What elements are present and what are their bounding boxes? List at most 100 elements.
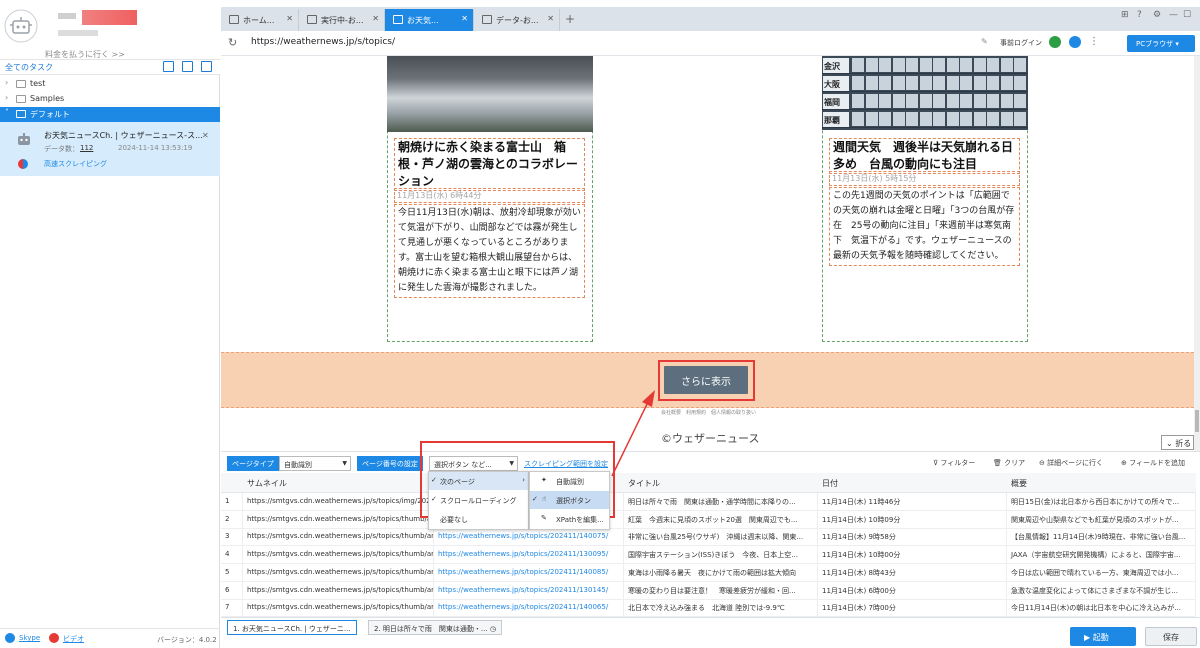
news-title-2[interactable]: 週間天気 週後半は天気崩れる日多め 台風の動向にも注目 <box>829 138 1020 174</box>
title-cell[interactable]: 国際宇宙ステーション(ISS)きぼう 今夜、日本上空... <box>624 546 818 565</box>
link-cell[interactable]: https://weathernews.jp/s/topics/202411/1… <box>434 599 624 617</box>
column-header-summary[interactable]: 概要 <box>1007 473 1196 493</box>
summary-cell[interactable]: 【台風情報】11月14日(木)9時現在、非常に強い台風... <box>1007 528 1196 547</box>
page-type-select[interactable]: 自動識別 ▼ <box>279 456 351 471</box>
browser-mode-select[interactable]: PCブラウザ ▾ <box>1127 35 1195 52</box>
title-cell[interactable]: 明日は所々で雨 関東は通勤・通学時間に本降りの... <box>624 493 818 511</box>
avatar-robot-icon[interactable] <box>4 9 38 43</box>
footer-links[interactable]: 会社概要 利用規約 個人情報の取り扱い <box>661 409 756 416</box>
menu-item-none[interactable]: 必要なし <box>429 510 528 528</box>
weekly-weather-table[interactable]: 金沢 大阪 福岡 那覇 <box>822 56 1028 130</box>
column-header-title[interactable]: タイトル <box>624 473 818 493</box>
fold-button[interactable]: ⌄ 折る <box>1161 435 1194 450</box>
column-header-date[interactable]: 日付 <box>818 473 1007 493</box>
row-index[interactable]: 6 <box>221 581 243 600</box>
summary-cell[interactable]: 急激な温度変化によって体にさまざまな不調が生じ... <box>1007 581 1196 600</box>
tree-item-default[interactable]: ˅ デフォルト <box>0 107 220 122</box>
row-index[interactable]: 5 <box>221 563 243 582</box>
chevron-right-icon[interactable]: › <box>5 93 8 102</box>
row-index[interactable]: 2 <box>221 510 243 529</box>
date-cell[interactable]: 11月14日(木) 9時58分 <box>818 528 1007 547</box>
menu-item-select-button[interactable]: ✓ ☝ 選択ボタン <box>530 491 609 509</box>
task-name[interactable]: お天気ニュースCh. | ウェザーニュース-ス... <box>44 130 203 141</box>
link-cell[interactable]: https://weathernews.jp/s/topics/202411/1… <box>434 546 624 565</box>
detail-page-button[interactable]: ⊖ 詳細ページに行く <box>1039 458 1103 468</box>
task-card[interactable]: お天気ニュースCh. | ウェザーニュース-ス... ✕ データ数： 112 2… <box>0 122 220 176</box>
add-tab-icon[interactable]: + <box>565 12 575 26</box>
table-row[interactable]: 5 https://smtgvs.cdn.weathernews.jp/s/top… <box>221 563 1200 582</box>
chevron-right-icon[interactable]: › <box>5 78 8 87</box>
save-button[interactable]: 保存 <box>1145 627 1197 646</box>
tree-item-samples[interactable]: › Samples <box>0 92 220 107</box>
video-link[interactable]: ビデオ <box>63 634 84 644</box>
news-photo-fuji[interactable] <box>387 56 593 132</box>
minimize-icon[interactable]: — <box>1169 10 1178 20</box>
web-page-view[interactable]: 朝焼けに赤く染まる富士山 箱根・芦ノ湖の雲海とのコラボレーション 11月13日(… <box>221 56 1194 451</box>
more-vertical-icon[interactable]: ⋮ <box>1089 36 1099 47</box>
summary-cell[interactable]: 今日11月14日(木)の朝は北日本を中心に冷え込みが... <box>1007 599 1196 617</box>
row-index[interactable]: 7 <box>221 599 243 617</box>
run-button[interactable]: ▶ 起動 <box>1070 627 1136 646</box>
table-row[interactable]: 4 https://smtgvs.cdn.weathernews.jp/s/top… <box>221 546 1200 565</box>
data-grid[interactable]: サムネイル タイトル 日付 概要 1 https://smtgvs.cdn.wea… <box>221 473 1200 617</box>
thumbnail-cell[interactable]: https://smtgvs.cdn.weathernews.jp/s/topi… <box>243 563 434 582</box>
reload-icon[interactable]: ↻ <box>228 36 237 49</box>
filter-button[interactable]: ⊽ フィルター <box>933 458 975 468</box>
row-index[interactable]: 4 <box>221 546 243 565</box>
maximize-icon[interactable]: ☐ <box>1183 10 1191 20</box>
tab-running[interactable]: 実行中-お... ✕ <box>299 9 385 31</box>
thumbnail-cell[interactable]: https://smtgvs.cdn.weathernews.jp/s/topi… <box>243 528 434 547</box>
news-title-1[interactable]: 朝焼けに赤く染まる富士山 箱根・芦ノ湖の雲海とのコラボレーション <box>394 138 585 191</box>
date-cell[interactable]: 11月14日(木) 11時46分 <box>818 493 1007 511</box>
add-field-button[interactable]: ⊕ フィールドを追加 <box>1121 458 1185 468</box>
title-cell[interactable]: 非常に強い台風25号(ウサギ) 沖縄は週末以降、関東... <box>624 528 818 547</box>
import-icon[interactable] <box>163 61 174 72</box>
link-cell[interactable]: https://weathernews.jp/s/topics/202411/1… <box>434 528 624 547</box>
skype-icon[interactable] <box>5 633 15 643</box>
pre-login-button[interactable]: 事前ログイン <box>1000 38 1042 48</box>
data-count[interactable]: 112 <box>80 144 93 152</box>
title-cell[interactable]: 紅葉 今週末に見頃のスポット20選 関東周辺でも... <box>624 510 818 529</box>
date-cell[interactable]: 11月14日(木) 8時43分 <box>818 563 1007 582</box>
table-row[interactable]: 2 https://smtgvs.cdn.weathernews.jp/s/top… <box>221 510 1200 529</box>
gift-icon[interactable]: ⊞ <box>1121 10 1129 20</box>
link-cell[interactable]: https://weathernews.jp/s/topics/202411/1… <box>434 563 624 582</box>
date-cell[interactable]: 11月14日(木) 6時00分 <box>818 581 1007 600</box>
hand-pointer-icon[interactable] <box>1069 36 1081 48</box>
date-cell[interactable]: 11月14日(木) 10時09分 <box>818 510 1007 529</box>
table-row[interactable]: 1 https://smtgvs.cdn.weathernews.jp/s/top… <box>221 493 1200 511</box>
close-icon[interactable]: ✕ <box>202 131 209 140</box>
close-icon[interactable]: ✕ <box>461 14 468 23</box>
all-tasks-title[interactable]: 全てのタスク <box>5 62 53 73</box>
export-icon[interactable] <box>182 61 193 72</box>
summary-cell[interactable]: 関東周辺や山梨県などでも紅葉が見頃のスポットが... <box>1007 510 1196 529</box>
summary-cell[interactable]: 今日は広い範囲で晴れている一方、東海周辺では小... <box>1007 563 1196 582</box>
close-icon[interactable]: ✕ <box>372 14 379 23</box>
thumbnail-cell[interactable]: https://smtgvs.cdn.weathernews.jp/s/topi… <box>243 510 434 529</box>
search-task-icon[interactable] <box>201 61 212 72</box>
tab-data[interactable]: データ-お... ✕ <box>474 9 560 31</box>
title-cell[interactable]: 寒暖の変わり目は要注意！ 寒暖差疲労が緩和・回... <box>624 581 818 600</box>
menu-item-scroll-loading[interactable]: ✓ スクロールローディング <box>429 491 528 509</box>
table-row[interactable]: 6 https://smtgvs.cdn.weathernews.jp/s/top… <box>221 581 1200 600</box>
youtube-icon[interactable] <box>49 633 59 643</box>
result-tab-2[interactable]: 2. 明日は所々で雨 関東は通勤・... ◷ <box>368 620 502 635</box>
page-scrollbar[interactable] <box>1194 56 1200 451</box>
tree-item-test[interactable]: › test <box>0 77 220 92</box>
clear-button[interactable]: 🗑 クリア <box>993 458 1025 468</box>
skype-link[interactable]: Skype <box>19 634 40 642</box>
close-icon[interactable]: ✕ <box>286 14 293 23</box>
date-cell[interactable]: 11月14日(木) 10時00分 <box>818 546 1007 565</box>
chevron-down-icon[interactable]: ˅ <box>5 108 9 117</box>
menu-item-next-page[interactable]: ✓ 次のページ › <box>429 472 528 490</box>
thumbnail-cell[interactable]: https://smtgvs.cdn.weathernews.jp/s/topi… <box>243 599 434 617</box>
date-cell[interactable]: 11月14日(木) 7時00分 <box>818 599 1007 617</box>
gear-icon[interactable]: ⚙ <box>1153 10 1161 20</box>
menu-item-edit-xpath[interactable]: ✎ XPathを編集... <box>530 510 609 528</box>
row-index[interactable]: 3 <box>221 528 243 547</box>
thumbnail-cell[interactable]: https://smtgvs.cdn.weathernews.jp/s/topi… <box>243 493 434 511</box>
thumbnail-cell[interactable]: https://smtgvs.cdn.weathernews.jp/s/topi… <box>243 581 434 600</box>
pencil-icon[interactable]: ✎ <box>981 37 988 46</box>
summary-cell[interactable]: JAXA（宇宙航空研究開発機構）によると、国際宇宙... <box>1007 546 1196 565</box>
title-cell[interactable]: 北日本で冷え込み強まる 北海道 陸別では-9.9℃ <box>624 599 818 617</box>
